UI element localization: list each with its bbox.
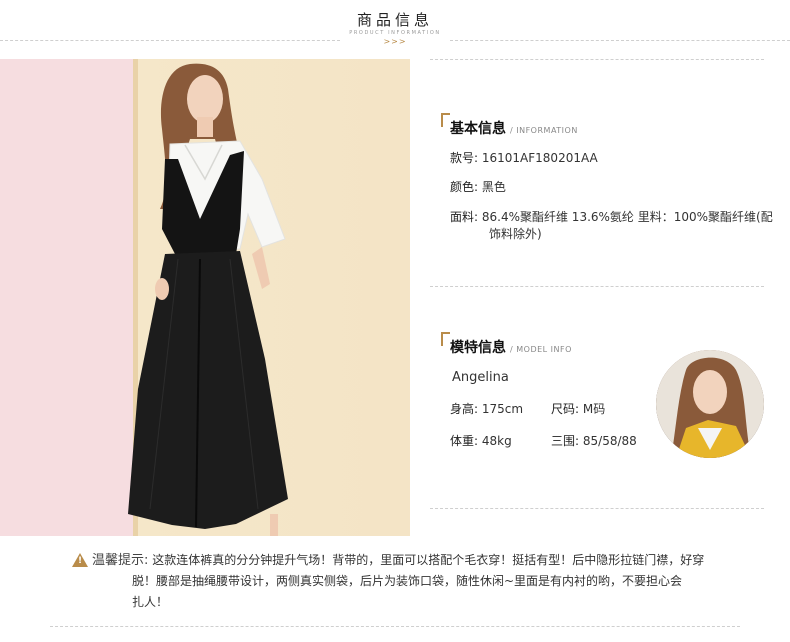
page-title: 商品信息 <box>356 11 433 29</box>
model-avatar <box>656 350 764 458</box>
size-value: M码 <box>582 402 606 416</box>
model-name: Angelina <box>452 370 509 385</box>
model-height: 身高: 175cm <box>450 400 523 419</box>
fabric-label: 面料: <box>450 210 479 224</box>
model-info-heading: 模特信息 / MODEL INFO <box>441 332 572 357</box>
fabric-value: 86.4%聚酯纤维 13.6%氨纶 里料：100%聚酯纤维(配 <box>481 210 773 224</box>
notice-text: 温馨提示: 这款连体裤真的分分钟提升气场！背带的，里面可以搭配个毛衣穿！挺括有型… <box>72 550 732 613</box>
info-row-fabric-cont: 饰料除外) <box>489 225 542 244</box>
notice-line-1: 这款连体裤真的分分钟提升气场！背带的，里面可以搭配个毛衣穿！挺括有型！后中隐形拉… <box>152 553 705 567</box>
model-info-subtitle: / MODEL INFO <box>510 345 572 354</box>
bracket-icon <box>441 332 450 346</box>
notice-line-3: 扎人！ <box>132 595 169 609</box>
model-info-title: 模特信息 <box>450 340 506 356</box>
basic-info-title: 基本信息 <box>450 121 506 137</box>
color-label: 颜色: <box>450 180 479 194</box>
product-photo <box>0 59 410 536</box>
model-measurements: 三围: 85/58/88 <box>551 432 637 451</box>
height-label: 身高: <box>450 402 479 416</box>
measure-value: 85/58/88 <box>582 434 637 448</box>
notice-line-2: 脱！腰部是抽绳腰带设计，两侧真实侧袋，后片为装饰口袋，随性休闲~里面是有内衬的哟… <box>132 574 683 588</box>
model-size: 尺码: M码 <box>551 400 605 419</box>
weight-label: 体重: <box>450 434 479 448</box>
page-subtitle: PRODUCT INFORMATION <box>349 30 441 36</box>
footer-divider <box>50 626 740 627</box>
chevron-arrows-icon: >>> <box>383 37 407 46</box>
weight-value: 48kg <box>481 434 512 448</box>
fabric-value-cont: 饰料除外) <box>489 227 542 241</box>
info-divider-bottom <box>430 508 764 509</box>
measure-label: 三围: <box>551 434 580 448</box>
height-value: 175cm <box>481 402 524 416</box>
bracket-icon <box>441 113 450 127</box>
info-divider-top <box>430 59 764 60</box>
basic-info-subtitle: / INFORMATION <box>510 126 578 135</box>
style-no-label: 款号: <box>450 151 479 165</box>
color-value: 黑色 <box>481 180 506 194</box>
info-divider-mid <box>430 286 764 287</box>
avatar-illustration <box>656 350 764 458</box>
size-label: 尺码: <box>551 402 580 416</box>
style-no-value: 16101AF180201AA <box>481 151 598 165</box>
notice-label: 温馨提示: <box>92 553 149 568</box>
model-weight: 体重: 48kg <box>450 432 512 451</box>
info-row-style-no: 款号: 16101AF180201AA <box>450 149 598 168</box>
basic-info-heading: 基本信息 / INFORMATION <box>441 113 578 138</box>
info-row-color: 颜色: 黑色 <box>450 178 506 197</box>
model-figure-illustration <box>128 63 288 536</box>
